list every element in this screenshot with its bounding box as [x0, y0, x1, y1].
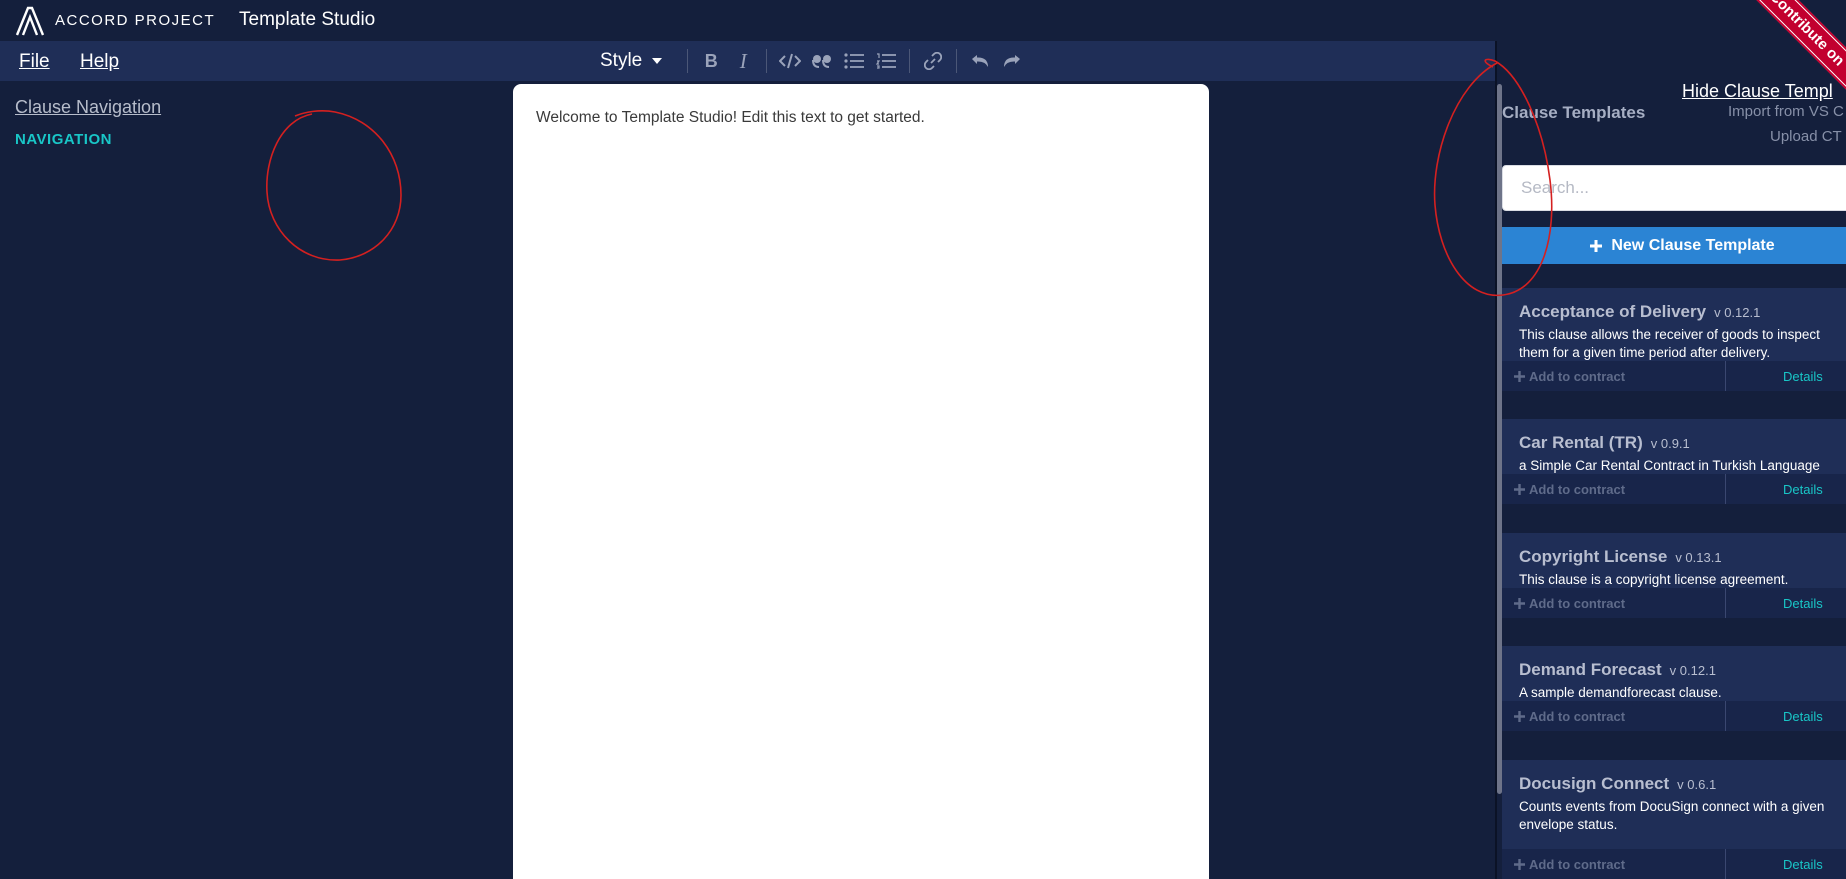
caret-down-icon [652, 58, 663, 64]
code-icon[interactable] [774, 45, 806, 77]
plus-icon [1514, 370, 1525, 382]
template-search-input[interactable] [1502, 165, 1846, 211]
template-title: Acceptance of Delivery [1519, 302, 1707, 321]
template-description: This clause is a copyright license agree… [1519, 572, 1789, 587]
add-to-contract-label: Add to contract [1529, 481, 1626, 497]
contract-editor[interactable]: Welcome to Template Studio! Edit this te… [513, 84, 1209, 879]
hide-clause-templates-link[interactable]: Hide Clause Templ [1682, 81, 1833, 102]
new-clause-template-button[interactable]: New Clause Template [1502, 227, 1846, 264]
add-to-contract-label: Add to contract [1529, 708, 1626, 724]
template-title: Car Rental (TR) [1519, 433, 1643, 452]
add-to-contract-button[interactable]: Add to contract [1502, 361, 1726, 391]
file-menu[interactable]: File [19, 51, 50, 73]
accord-project-logo-icon[interactable] [14, 5, 46, 37]
formatting-toolbar: Style B I [600, 41, 1028, 81]
add-to-contract-button[interactable]: Add to contract [1502, 588, 1726, 618]
style-dropdown[interactable]: Style [600, 50, 663, 72]
template-version: v 0.12.1 [1669, 663, 1716, 678]
plus-icon [1514, 858, 1525, 870]
card-actions: Add to contract Details [1502, 474, 1846, 504]
editor-text[interactable]: Welcome to Template Studio! Edit this te… [536, 109, 925, 127]
clause-templates-panel: Clause Templates Hide Clause Templ Impor… [1502, 81, 1846, 879]
template-title: Demand Forecast [1519, 660, 1662, 679]
add-to-contract-label: Add to contract [1529, 856, 1626, 872]
import-vscode-link[interactable]: Import from VS C [1728, 103, 1844, 120]
redo-icon[interactable] [996, 45, 1028, 77]
toolbar-divider [766, 49, 768, 73]
bold-icon[interactable]: B [695, 45, 727, 77]
brand-name: ACCORD PROJECT [55, 12, 216, 29]
details-link[interactable]: Details [1726, 596, 1823, 611]
toolbar-divider [687, 49, 689, 73]
template-version: v 0.9.1 [1650, 436, 1690, 451]
add-to-contract-button[interactable]: Add to contract [1502, 701, 1726, 731]
template-description: Counts events from DocuSign connect with… [1519, 799, 1825, 832]
details-link[interactable]: Details [1726, 709, 1823, 724]
template-description: This clause allows the receiver of goods… [1519, 327, 1820, 360]
app-title: Template Studio [239, 9, 376, 30]
italic-icon[interactable]: I [727, 45, 759, 77]
template-description: A sample demandforecast clause. [1519, 685, 1722, 700]
plus-icon [1590, 239, 1603, 252]
plus-icon [1514, 597, 1525, 609]
plus-icon [1514, 483, 1525, 495]
template-card: Docusign Connect v 0.6.1 Counts events fr… [1502, 760, 1846, 879]
navigation-heading: NAVIGATION [15, 131, 112, 148]
numbered-list-icon[interactable] [870, 45, 902, 77]
quote-icon[interactable] [806, 45, 838, 77]
add-to-contract-button[interactable]: Add to contract [1502, 474, 1726, 504]
template-card: Acceptance of Delivery v 0.12.1 This clau… [1502, 288, 1846, 391]
plus-icon [1514, 710, 1525, 722]
details-link[interactable]: Details [1726, 369, 1823, 384]
card-actions: Add to contract Details [1502, 701, 1846, 731]
template-version: v 0.6.1 [1677, 777, 1717, 792]
add-to-contract-label: Add to contract [1529, 595, 1626, 611]
template-version: v 0.13.1 [1675, 550, 1722, 565]
clause-navigation-panel: Clause Navigation NAVIGATION [0, 81, 510, 879]
link-icon[interactable] [917, 45, 949, 77]
add-to-contract-button[interactable]: Add to contract [1502, 849, 1726, 879]
template-card: Car Rental (TR) v 0.9.1 a Simple Car Rent… [1502, 419, 1846, 504]
card-actions: Add to contract Details [1502, 849, 1846, 879]
details-link[interactable]: Details [1726, 482, 1823, 497]
bulleted-list-icon[interactable] [838, 45, 870, 77]
clause-templates-title: Clause Templates [1502, 103, 1646, 122]
upload-cta-link[interactable]: Upload CT [1770, 128, 1842, 145]
new-clause-template-label: New Clause Template [1611, 236, 1775, 254]
style-label: Style [600, 50, 643, 71]
toolbar-divider [909, 49, 911, 73]
toolbar-divider [956, 49, 958, 73]
template-card: Demand Forecast v 0.12.1 A sample demandf… [1502, 646, 1846, 731]
card-actions: Add to contract Details [1502, 361, 1846, 391]
template-title: Copyright License [1519, 547, 1668, 566]
template-description: a Simple Car Rental Contract in Turkish … [1519, 458, 1820, 473]
template-card: Copyright License v 0.13.1 This clause is… [1502, 533, 1846, 618]
details-link[interactable]: Details [1726, 857, 1823, 872]
undo-icon[interactable] [964, 45, 996, 77]
card-actions: Add to contract Details [1502, 588, 1846, 618]
top-bar: ACCORD PROJECT Template Studio Contribut… [0, 0, 1846, 102]
help-menu[interactable]: Help [80, 51, 119, 73]
add-to-contract-label: Add to contract [1529, 368, 1626, 384]
template-title: Docusign Connect [1519, 774, 1670, 793]
template-version: v 0.12.1 [1714, 305, 1761, 320]
clause-navigation-link[interactable]: Clause Navigation [15, 97, 161, 118]
